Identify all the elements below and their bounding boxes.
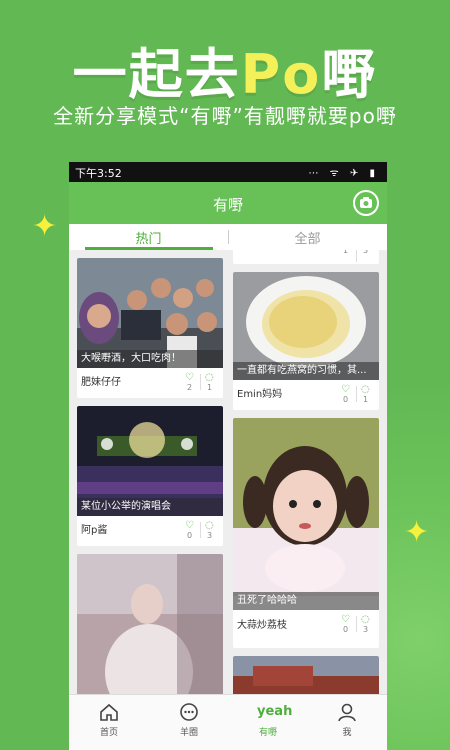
post-author[interactable]: 大蒜炒荔枝	[237, 616, 287, 631]
nav-flock[interactable]: 羊圈	[149, 701, 229, 738]
home-icon	[100, 703, 118, 721]
post-card[interactable]: 一直都有吃燕窝的习惯，其... Emin妈妈 ♡ ◌ 0 1	[233, 272, 379, 410]
post-caption: 丑死了哈哈哈	[233, 592, 379, 610]
tab-hot[interactable]: 热门	[69, 228, 228, 247]
headline-po: Po	[240, 43, 322, 106]
comment-icon[interactable]: ◌	[205, 520, 214, 531]
stats-divider	[356, 616, 357, 632]
comment-count: 1	[207, 383, 213, 392]
stats-divider	[200, 374, 201, 390]
post-card[interactable]: 某位小公举的演唱会 阿p酱 ♡ ◌ 0 3	[77, 406, 223, 546]
comment-count: 3	[207, 531, 213, 540]
stats-divider	[356, 250, 357, 262]
tab-divider	[228, 230, 229, 244]
like-count: 0	[187, 531, 193, 540]
comment-icon[interactable]: ◌	[361, 614, 370, 625]
like-count: 0	[343, 625, 349, 634]
nav-label: 有嘢	[258, 728, 277, 738]
nav-label: 我	[342, 728, 352, 738]
comment-count: 3	[363, 250, 369, 255]
status-time: 下午3:52	[75, 167, 122, 180]
post-card[interactable]: 丑死了哈哈哈 大蒜炒荔枝 ♡ ◌ 0 3	[233, 418, 379, 648]
camera-icon[interactable]	[353, 190, 379, 216]
post-stats: ♡ ◌ 0 1	[341, 384, 375, 406]
post-stats: ♡ ◌ 0 3	[341, 614, 375, 636]
post-card[interactable]	[233, 656, 379, 694]
post-stats: ♡ ◌ 0 3	[185, 520, 219, 542]
stats-divider	[356, 386, 357, 402]
post-stats: 1 3	[341, 250, 375, 264]
nav-me[interactable]: 我	[307, 701, 387, 738]
headline-pre: 一起去	[72, 43, 241, 106]
post-stats: ♡ ◌ 2 1	[185, 372, 219, 394]
nav-label: 首页	[99, 728, 118, 738]
like-icon[interactable]: ♡	[341, 614, 350, 625]
nav-youye[interactable]: yeah 有嘢	[228, 701, 308, 738]
comment-icon[interactable]: ◌	[361, 384, 370, 395]
headline-post: 嘢	[321, 43, 378, 106]
comment-count: 3	[363, 625, 369, 634]
post-card[interactable]: 1 3	[233, 250, 379, 264]
like-icon[interactable]: ♡	[185, 520, 194, 531]
app-title: 有嘢	[212, 196, 243, 214]
post-author[interactable]: Emin妈妈	[237, 385, 282, 400]
like-count: 1	[343, 250, 349, 255]
feed: 大喉嘢酒，大口吃肉！ 肥妹仔仔 ♡ ◌ 2 1 某位小公举的演唱会 阿p酱 ♡ …	[69, 250, 387, 694]
banner-subheadline: 全新分享模式“有嘢”有靓嘢就要po嘢	[53, 104, 397, 128]
like-count: 0	[343, 395, 349, 404]
post-photo	[233, 418, 379, 596]
post-photo	[233, 656, 379, 694]
chat-icon	[180, 703, 198, 721]
post-card[interactable]: 大喉嘢酒，大口吃肉！ 肥妹仔仔 ♡ ◌ 2 1	[77, 258, 223, 398]
post-caption: 一直都有吃燕窝的习惯，其...	[233, 362, 379, 380]
tab-bar: 热门 全部	[69, 224, 387, 250]
status-icons: ⋯ ᯤ ✈ ▮	[308, 168, 379, 179]
like-count: 2	[187, 383, 193, 392]
yeah-icon: yeah	[257, 704, 293, 719]
post-caption: 某位小公举的演唱会	[77, 498, 223, 516]
post-caption: 大喉嘢酒，大口吃肉！	[77, 350, 223, 368]
profile-icon	[338, 703, 356, 722]
nav-home[interactable]: 首页	[69, 701, 149, 738]
tab-all[interactable]: 全部	[228, 228, 387, 247]
banner-headline: 一起去Po嘢	[0, 30, 450, 109]
like-icon[interactable]: ♡	[341, 384, 350, 395]
post-author[interactable]: 阿p酱	[81, 521, 107, 536]
nav-label: 羊圈	[179, 728, 198, 738]
post-photo	[77, 554, 223, 694]
post-card[interactable]	[77, 554, 223, 694]
stats-divider	[200, 522, 201, 538]
bottom-nav: 首页 羊圈 yeah 有嘢 我	[69, 694, 387, 750]
comment-icon[interactable]: ◌	[205, 372, 214, 383]
app-bar: 有嘢	[69, 182, 387, 224]
like-icon[interactable]: ♡	[185, 372, 194, 383]
sparkle-icon: ✦	[404, 515, 430, 550]
phone-screen: 下午3:52 ⋯ ᯤ ✈ ▮ 有嘢 热门 全部 大喉嘢酒，大口吃肉！ 肥妹仔仔 …	[69, 162, 387, 750]
sparkle-icon: ✦	[32, 209, 58, 244]
comment-count: 1	[363, 395, 369, 404]
post-author[interactable]: 肥妹仔仔	[81, 373, 121, 388]
status-bar: 下午3:52 ⋯ ᯤ ✈ ▮	[69, 162, 387, 182]
